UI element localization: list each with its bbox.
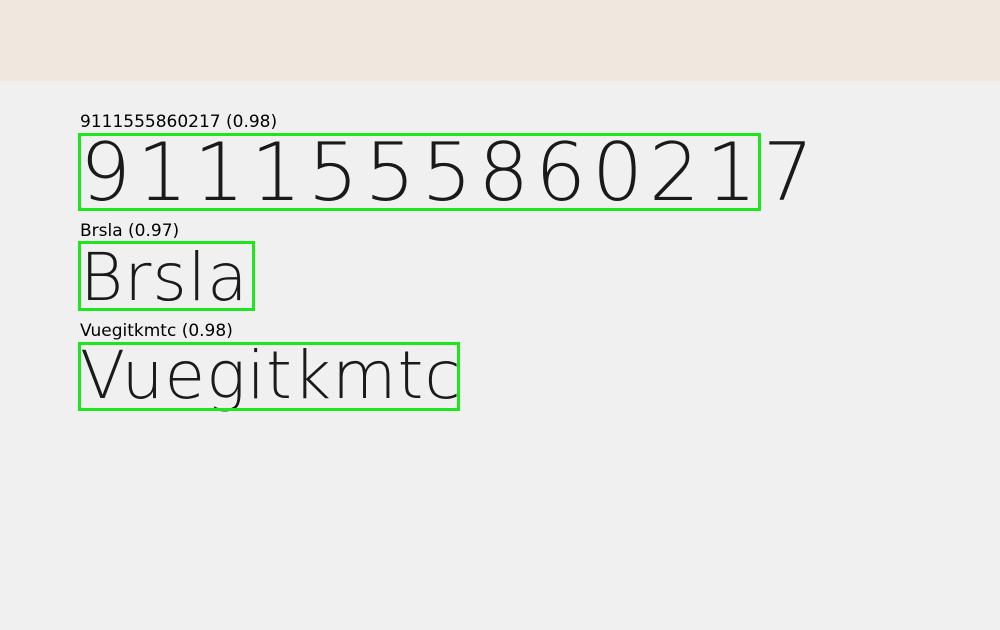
top-band xyxy=(0,0,1000,81)
detection-box xyxy=(78,133,761,211)
detection-label: Brsla (0.97) xyxy=(80,221,180,241)
detection-box xyxy=(78,342,460,411)
detection-box xyxy=(78,241,255,311)
